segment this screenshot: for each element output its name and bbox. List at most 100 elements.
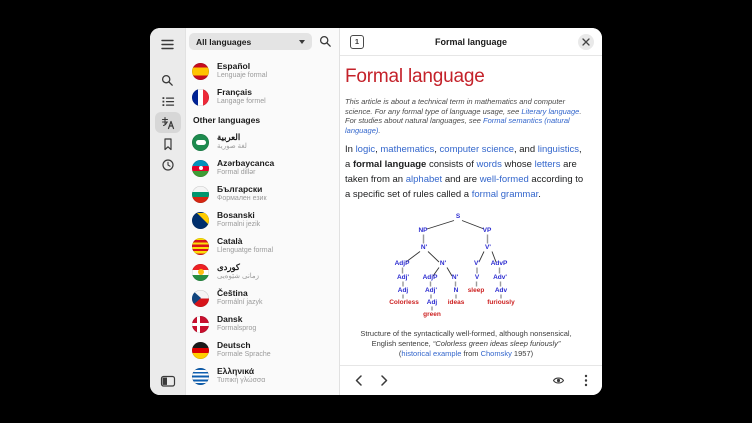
icon-rail <box>150 28 186 395</box>
link-letters[interactable]: letters <box>535 159 561 170</box>
back-button[interactable] <box>350 372 367 389</box>
menu-button[interactable] <box>577 372 594 389</box>
tree-node: N' <box>440 260 447 267</box>
language-item-bulgarian[interactable]: БългарскиФормален език <box>192 181 339 207</box>
text: In <box>345 144 356 155</box>
language-name: Français <box>217 88 266 98</box>
forward-chevron-icon <box>380 375 389 386</box>
language-item-danish[interactable]: DanskFormalsprog <box>192 311 339 337</box>
caption-text: from <box>461 349 480 358</box>
language-name: Azərbaycanca <box>217 159 274 169</box>
language-panel: All languages EspañolLenguaje formal <box>186 28 340 395</box>
tree-node: Adj' <box>425 287 437 294</box>
flag-icon-denmark <box>192 316 209 333</box>
article-pane: 1 Formal language Formal language This a… <box>340 28 602 395</box>
language-article-title: Langage formel <box>217 98 266 106</box>
main-menu-button[interactable] <box>155 32 181 56</box>
language-name: Español <box>217 62 267 72</box>
tree-node: Adj <box>427 299 438 306</box>
language-item-kurdish[interactable]: كوردیزمانی شێوەیی <box>192 259 339 285</box>
app-window: All languages EspañolLenguaje formal <box>150 28 602 395</box>
flag-icon-czech <box>192 290 209 307</box>
link-alphabet[interactable]: alphabet <box>406 174 442 185</box>
bookmarks-button[interactable] <box>155 133 181 154</box>
language-search-button[interactable] <box>315 32 335 52</box>
figure-caption: Structure of the syntactically well-form… <box>360 329 572 359</box>
caption-link-historical-example[interactable]: historical example <box>401 349 461 358</box>
close-button[interactable] <box>578 34 594 50</box>
language-name: كوردی <box>217 263 259 273</box>
tree-node: Adj <box>398 287 409 294</box>
flag-icon-spain <box>192 63 209 80</box>
link-well-formed[interactable]: well-formed <box>480 174 529 185</box>
tree-node: V' <box>485 244 491 251</box>
language-list: EspañolLenguaje formal FrançaisLangage f… <box>186 55 339 395</box>
text: and are <box>442 174 480 185</box>
language-item-espanol[interactable]: EspañolLenguaje formal <box>192 58 339 84</box>
language-name: Čeština <box>217 289 263 299</box>
language-name: Bosanski <box>217 211 260 221</box>
screen: All languages EspañolLenguaje formal <box>0 0 752 423</box>
toc-button[interactable] <box>155 91 181 112</box>
forward-button[interactable] <box>376 372 393 389</box>
link-logic[interactable]: logic <box>356 144 376 155</box>
sidebar-toggle-button[interactable] <box>155 370 181 391</box>
language-item-azerbaijani[interactable]: AzərbaycancaFormal dillər <box>192 155 339 181</box>
text: . <box>538 189 541 200</box>
tree-node: N' <box>452 274 459 281</box>
flag-icon-kurdistan <box>192 264 209 281</box>
tree-node: Adj' <box>397 274 409 281</box>
tree-node: V <box>475 274 480 281</box>
hatnote-link-literary-language[interactable]: Literary language <box>521 107 579 116</box>
link-words[interactable]: words <box>476 159 501 170</box>
tree-word: ideas <box>448 299 465 306</box>
flag-icon-greece <box>192 368 209 385</box>
language-item-greek[interactable]: ΕλληνικάΤυπική γλώσσα <box>192 363 339 389</box>
tree-node: NP <box>418 227 428 234</box>
language-name: Català <box>217 237 273 247</box>
language-filter-label: All languages <box>196 37 251 47</box>
caption-text: 1957) <box>512 349 533 358</box>
syntax-tree-diagram: S NP VP N' V' AdjP N' V' AdvP Adj' AdjP … <box>381 206 551 319</box>
language-filter-dropdown[interactable]: All languages <box>189 33 312 50</box>
text: consists of <box>426 159 476 170</box>
link-computer-science[interactable]: computer science <box>440 144 514 155</box>
article-tab-title: Formal language <box>340 37 602 47</box>
text: whose <box>502 159 535 170</box>
language-panel-toolbar: All languages <box>186 28 339 55</box>
other-languages-header: Other languages <box>193 115 339 125</box>
language-item-arabic[interactable]: العربيةلغة صورية <box>192 129 339 155</box>
language-article-title: Lenguaje formal <box>217 72 267 80</box>
lead-paragraph: In logic, mathematics, computer science,… <box>345 142 587 202</box>
language-item-bosnian[interactable]: BosanskiFormalni jezik <box>192 207 339 233</box>
language-item-catalan[interactable]: CatalàLlenguatge formal <box>192 233 339 259</box>
history-button[interactable] <box>155 154 181 175</box>
language-article-title: Formale Sprache <box>217 351 271 359</box>
link-linguistics[interactable]: linguistics <box>538 144 579 155</box>
language-article-title: Formalsprog <box>217 325 256 333</box>
language-article-title: Τυπική γλώσσα <box>217 377 265 385</box>
language-article-title: Formal dillər <box>217 169 274 177</box>
link-mathematics[interactable]: mathematics <box>380 144 434 155</box>
search-button[interactable] <box>155 70 181 91</box>
history-clock-icon <box>161 158 175 172</box>
caption-link-chomsky[interactable]: Chomsky <box>481 349 512 358</box>
reader-view-button[interactable] <box>550 372 567 389</box>
kebab-menu-icon <box>584 374 588 387</box>
caption-sentence: “Colorless green ideas sleep furiously” <box>433 339 561 348</box>
flag-icon-catalonia <box>192 238 209 255</box>
languages-icon <box>161 116 175 130</box>
language-item-czech[interactable]: ČeštinaFormální jazyk <box>192 285 339 311</box>
toc-list-icon <box>161 95 175 108</box>
language-name: العربية <box>217 133 247 143</box>
language-name: Ελληνικά <box>217 367 265 377</box>
tree-word: sleep <box>468 287 485 294</box>
bookmark-icon <box>161 137 175 151</box>
tree-node: AdjP <box>395 260 410 267</box>
language-article-title: زمانی شێوەیی <box>217 273 259 281</box>
language-item-francais[interactable]: FrançaisLangage formel <box>192 84 339 110</box>
syntax-tree-figure: S NP VP N' V' AdjP N' V' AdvP Adj' AdjP … <box>381 206 551 324</box>
language-item-german[interactable]: DeutschFormale Sprache <box>192 337 339 363</box>
languages-button[interactable] <box>155 112 181 133</box>
link-formal-grammar[interactable]: formal grammar <box>472 189 539 200</box>
